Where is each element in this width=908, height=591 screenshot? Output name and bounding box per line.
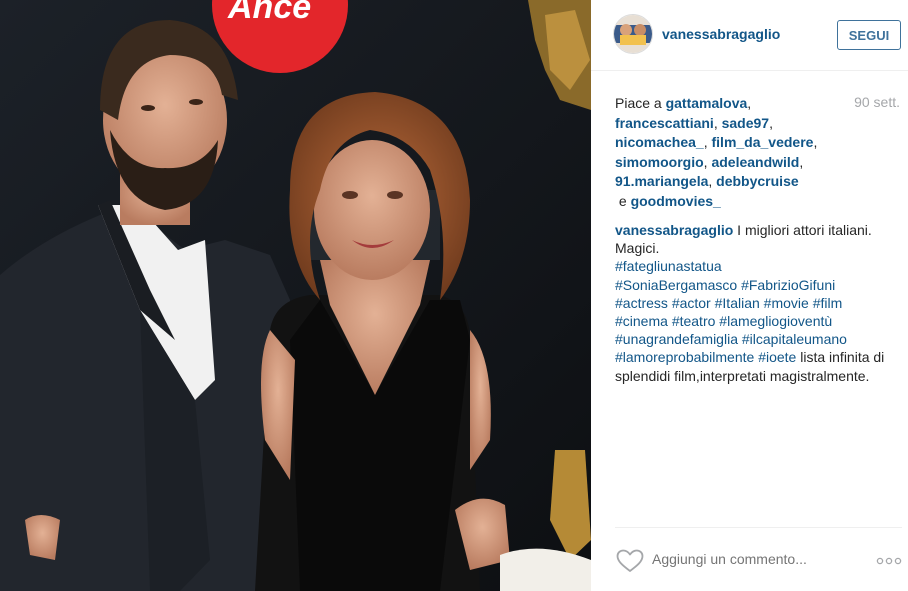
liker-username[interactable]: goodmovies_: [631, 193, 721, 209]
likes-separator: ,: [813, 134, 818, 150]
liker-username[interactable]: simomoorgio: [615, 154, 704, 170]
hashtag[interactable]: #lamoreprobabilmente: [615, 349, 754, 365]
more-options-icon[interactable]: [876, 557, 902, 565]
hashtag[interactable]: #FabrizioGifuni: [741, 277, 835, 293]
liker-username[interactable]: sade97: [722, 115, 769, 131]
divider: [615, 527, 902, 528]
hashtag[interactable]: #actress: [615, 295, 668, 311]
hashtag[interactable]: #film: [813, 295, 843, 311]
post-photo[interactable]: Ance: [0, 0, 591, 591]
comment-input[interactable]: [652, 551, 822, 567]
hashtag[interactable]: #movie: [764, 295, 809, 311]
liker-username[interactable]: gattamalova: [666, 95, 748, 111]
hashtag[interactable]: #ioete: [758, 349, 796, 365]
hashtag[interactable]: #actor: [672, 295, 711, 311]
hashtag[interactable]: #fategliunastatua: [615, 258, 722, 274]
likes-separator: ,: [799, 153, 804, 170]
hashtag[interactable]: #unagrandefamiglia: [615, 331, 738, 347]
hashtag[interactable]: #ilcapitaleumano: [742, 331, 847, 347]
post-timestamp[interactable]: 90 sett.: [854, 94, 900, 110]
liker-username[interactable]: francescattiani: [615, 115, 714, 131]
avatar-image: [614, 15, 652, 53]
hashtag[interactable]: #Italian: [715, 295, 760, 311]
photo-image: Ance: [0, 0, 591, 591]
likes-separator: ,: [703, 153, 708, 170]
likes-separator: ,: [747, 95, 752, 111]
likes-prefix: Piace a: [615, 95, 666, 111]
hashtag[interactable]: #lamegliogioventù: [719, 313, 832, 329]
likes-separator: ,: [703, 134, 708, 150]
follow-button[interactable]: SEGUI: [837, 20, 901, 50]
likes-separator: ,: [713, 114, 718, 131]
hashtag[interactable]: #SoniaBergamasco: [615, 277, 737, 293]
liker-username[interactable]: debbycruise: [716, 173, 798, 189]
post-caption: vanessabragaglio I migliori attori itali…: [615, 221, 905, 385]
username[interactable]: vanessabragaglio: [662, 26, 780, 42]
caption-username[interactable]: vanessabragaglio: [615, 222, 733, 238]
post-header: vanessabragaglio SEGUI: [591, 0, 908, 71]
post-sidebar: vanessabragaglio SEGUI Piace a gattamalo…: [591, 0, 908, 591]
likes-separator: ,: [769, 114, 773, 131]
likes-conjunction: e: [615, 192, 631, 209]
liker-username[interactable]: adeleandwild: [711, 154, 799, 170]
svg-text:Ance: Ance: [227, 0, 311, 26]
likes-line: Piace a gattamalova, francescattiani, sa…: [615, 94, 845, 211]
heart-icon[interactable]: [616, 549, 644, 573]
liker-username[interactable]: film_da_vedere: [712, 134, 814, 150]
hashtag[interactable]: #cinema: [615, 313, 668, 329]
liker-username[interactable]: nicomachea_: [615, 134, 704, 150]
hashtag[interactable]: #teatro: [672, 313, 716, 329]
liker-username[interactable]: 91.mariangela: [615, 173, 708, 189]
likes-separator: ,: [708, 173, 713, 189]
avatar[interactable]: [613, 14, 653, 54]
